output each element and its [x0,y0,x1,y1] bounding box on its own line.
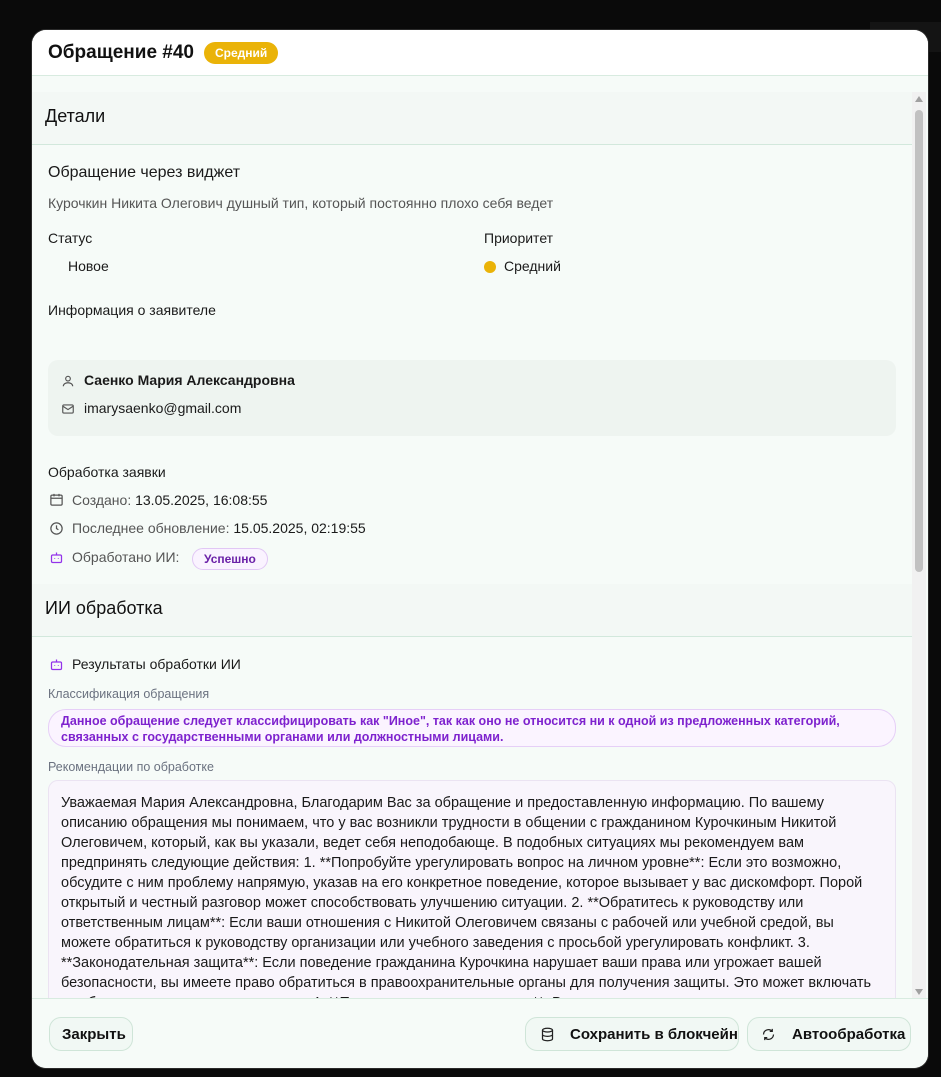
save-blockchain-label: Сохранить в блокчейн [570,1026,738,1043]
ticket-description: Курочкин Никита Олегович душный тип, кот… [48,195,554,211]
bot-icon [50,659,63,671]
scrollbar-thumb[interactable] [915,110,923,572]
recommendations-label: Рекомендации по обработке [48,760,214,774]
calendar-icon [50,493,63,506]
recommendations-text: Уважаемая Мария Александровна, Благодари… [61,795,872,1000]
status-value: Новое [68,258,109,274]
clock-icon [50,522,63,535]
status-label: Статус [48,230,93,246]
scrollbar[interactable] [912,92,926,1000]
bot-icon [50,552,63,564]
updated-value: 15.05.2025, 02:19:55 [233,520,366,536]
priority-value: Средний [504,258,561,274]
updated-label: Последнее обновление: [72,520,230,536]
auto-process-label: Автообработка [792,1026,906,1043]
created-value: 13.05.2025, 16:08:55 [135,492,268,508]
applicant-email[interactable]: imarysaenko@gmail.com [84,400,241,416]
classification-label: Классификация обращения [48,687,210,701]
priority-badge: Средний [204,42,279,64]
modal-footer: Закрыть Сохранить в блокчейн Автообработ… [32,998,928,1068]
ai-results-title: Результаты обработки ИИ [72,656,241,672]
database-icon [541,1027,554,1042]
classification-box: Данное обращение следует классифицироват… [48,709,896,747]
modal-header: Обращение #40 Средний [32,30,928,76]
ai-section-title: ИИ обработка [45,598,163,618]
scroll-up-arrow-icon[interactable] [915,96,923,102]
priority-dot-icon [484,261,496,273]
classification-text: Данное обращение следует классифицироват… [61,714,840,744]
priority-label: Приоритет [484,230,554,246]
applicant-info-box: Саенко Мария Александровна imarysaenko@g… [48,360,896,436]
updated-row: Последнее обновление: 15.05.2025, 02:19:… [72,520,366,536]
close-button[interactable]: Закрыть [49,1017,133,1051]
details-section-title: Детали [45,106,106,126]
processing-header: Обработка заявки [48,464,166,480]
user-icon [62,375,74,387]
ticket-modal: Обращение #40 Средний Детали Обращение ч… [32,30,928,1068]
ticket-subject: Обращение через виджет [48,164,241,181]
recommendations-box: Уважаемая Мария Александровна, Благодари… [48,780,896,1000]
created-row: Создано: 13.05.2025, 16:08:55 [72,492,267,508]
mail-icon [62,404,74,414]
ai-success-badge: Успешно [192,548,268,570]
refresh-icon [762,1028,775,1041]
save-blockchain-button[interactable]: Сохранить в блокчейн [525,1017,739,1051]
scroll-down-arrow-icon[interactable] [915,989,923,995]
applicant-name: Саенко Мария Александровна [84,372,295,388]
details-section-header: Детали [32,92,912,145]
auto-process-button[interactable]: Автообработка [747,1017,911,1051]
modal-scroll-area[interactable]: Детали Обращение через виджет Курочкин Н… [32,92,912,1000]
applicant-header: Информация о заявителе [48,302,216,318]
ai-section-header: ИИ обработка [32,584,912,637]
close-button-label: Закрыть [62,1026,126,1043]
ai-processed-label: Обработано ИИ: [72,549,180,565]
created-label: Создано: [72,492,132,508]
modal-title: Обращение #40 [48,42,194,63]
